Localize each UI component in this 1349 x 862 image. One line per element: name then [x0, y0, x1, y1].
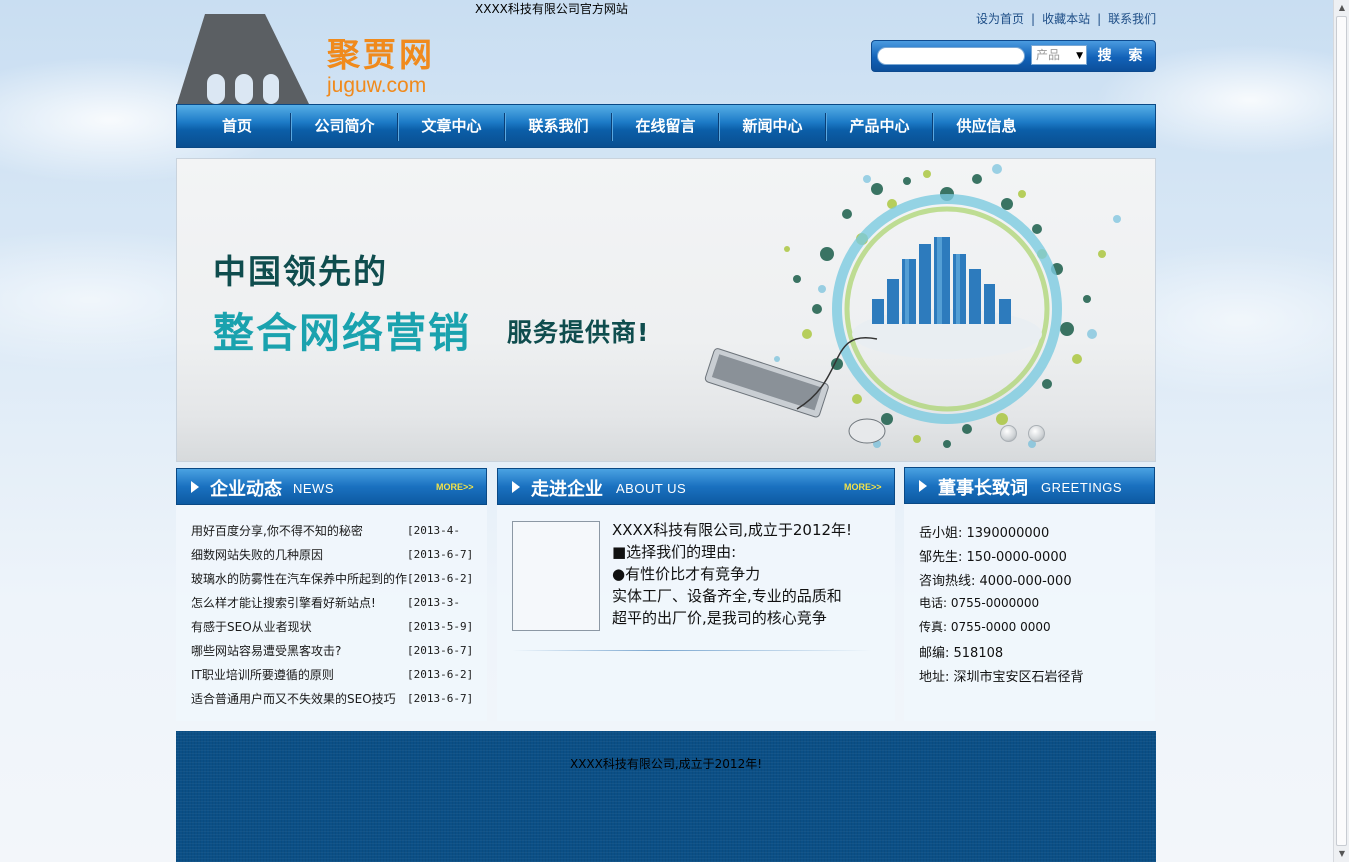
slide-dot-1[interactable] — [1000, 425, 1017, 442]
nav-message[interactable]: 在线留言 — [612, 105, 719, 147]
news-title: 企业动态 — [210, 479, 282, 500]
news-panel-header: 企业动态 NEWS MORE>> — [176, 468, 487, 505]
hero-banner[interactable]: 中国领先的 整合网络营销 服务提供商! — [176, 158, 1156, 462]
list-item[interactable]: 适合普通用户而又不失效果的SEO技巧 [2013-6-7] — [191, 687, 474, 711]
scroll-up-icon[interactable]: ▲ — [1337, 3, 1347, 13]
contact-line: 传真: 0755-0000 0000 — [919, 620, 1051, 634]
nav-home[interactable]: 首页 — [177, 105, 297, 147]
list-item[interactable]: 有感于SEO从业者现状 [2013-5-9] — [191, 615, 474, 639]
about-line: 超平的出厂价,是我司的核心竞争 — [612, 609, 827, 627]
greetings-panel-header: 董事长致词 GREETINGS — [904, 467, 1155, 504]
news-item-date: [2013-6-2] — [407, 572, 474, 585]
set-homepage-link[interactable]: 设为首页 — [976, 12, 1024, 26]
vertical-scrollbar[interactable]: ▲ ▼ — [1333, 0, 1349, 862]
search-button[interactable]: 搜 索 — [1095, 44, 1151, 68]
greetings-subtitle: GREETINGS — [1041, 480, 1123, 495]
news-item-title: 适合普通用户而又不失效果的SEO技巧 — [191, 692, 396, 706]
about-panel-body: XXXX科技有限公司,成立于2012年! ■选择我们的理由: ●有性价比才有竞争… — [497, 505, 895, 721]
about-title: 走进企业 — [531, 479, 603, 500]
search-bar: 产品 ▼ 搜 索 — [871, 40, 1156, 72]
contact-line: 地址: 深圳市宝安区石岩径背 — [919, 670, 1084, 685]
logo-domain: juguw.com — [327, 74, 427, 97]
logo-tower-icon — [177, 14, 309, 104]
news-item-title: 玻璃水的防雾性在汽车保养中所起到的作用 — [191, 572, 407, 586]
about-line: ●有性价比才有竞争力 — [612, 565, 761, 583]
news-item-date: [2013-3- — [407, 596, 460, 609]
news-item-date: [2013-6-7] — [407, 548, 474, 561]
logo-name: 聚贾网 — [327, 35, 435, 74]
news-item-title: 有感于SEO从业者现状 — [191, 620, 312, 634]
search-input[interactable] — [877, 47, 1025, 65]
news-item-date: [2013-6-7] — [407, 644, 474, 657]
chevron-down-icon: ▼ — [1076, 51, 1083, 61]
main-nav: 首页 公司简介 文章中心 联系我们 在线留言 新闻中心 产品中心 供应信息 — [176, 104, 1156, 148]
nav-articles[interactable]: 文章中心 — [398, 105, 505, 147]
news-item-date: [2013-4- — [407, 524, 460, 537]
arrow-right-icon — [191, 481, 199, 493]
city-globe-illustration — [704, 164, 1121, 448]
slide-dot-2[interactable] — [1028, 425, 1045, 442]
greetings-title: 董事长致词 — [938, 478, 1028, 499]
news-item-date: [2013-6-7] — [407, 692, 474, 705]
contact-line: 邮编: 518108 — [919, 646, 1004, 661]
footer: XXXX科技有限公司,成立于2012年! — [176, 731, 1156, 862]
scroll-thumb[interactable] — [1336, 16, 1347, 846]
nav-about[interactable]: 公司简介 — [291, 105, 398, 147]
banner-line-1: 中国领先的 — [213, 252, 388, 291]
list-item[interactable]: 玻璃水的防雾性在汽车保养中所起到的作用 [2013-6-2] — [191, 567, 474, 591]
news-item-title: 哪些网站容易遭受黑客攻击? — [191, 644, 342, 658]
arrow-right-icon — [919, 480, 927, 492]
site-title: XXXX科技有限公司官方网站 — [475, 2, 628, 16]
greetings-panel-body: 岳小姐: 1390000000 邹先生: 150-0000-0000 咨询热线:… — [904, 504, 1155, 721]
about-line: ■选择我们的理由: — [612, 543, 737, 561]
news-item-date: [2013-5-9] — [407, 620, 474, 633]
search-category-select[interactable]: 产品 ▼ — [1031, 45, 1087, 65]
divider — [512, 650, 872, 651]
news-item-date: [2013-6-2] — [407, 668, 474, 681]
about-line: XXXX科技有限公司,成立于2012年! — [612, 521, 853, 539]
contact-line: 邹先生: 150-0000-0000 — [919, 550, 1067, 565]
news-item-title: IT职业培训所要遵循的原则 — [191, 668, 334, 682]
list-item[interactable]: 怎么样才能让搜索引擎看好新站点! [2013-3- — [191, 591, 471, 615]
about-more-link[interactable]: MORE>> — [844, 482, 882, 492]
news-item-title: 怎么样才能让搜索引擎看好新站点! — [191, 596, 376, 610]
about-text: XXXX科技有限公司,成立于2012年! ■选择我们的理由: ●有性价比才有竞争… — [612, 519, 877, 629]
nav-products[interactable]: 产品中心 — [826, 105, 933, 147]
list-item[interactable]: 哪些网站容易遭受黑客攻击? [2013-6-7] — [191, 639, 474, 663]
banner-line-2: 整合网络营销 — [213, 309, 471, 357]
contact-line: 咨询热线: 4000-000-000 — [919, 574, 1072, 589]
list-item[interactable]: 细数网站失败的几种原因 [2013-6-7] — [191, 543, 474, 567]
list-item[interactable]: IT职业培训所要遵循的原则 [2013-6-2] — [191, 663, 474, 687]
nav-contact[interactable]: 联系我们 — [505, 105, 612, 147]
news-item-title: 用好百度分享,你不得不知的秘密 — [191, 524, 363, 538]
banner-line-3: 服务提供商! — [507, 318, 650, 347]
contact-line: 岳小姐: 1390000000 — [919, 526, 1050, 541]
footer-text: XXXX科技有限公司,成立于2012年! — [569, 757, 763, 771]
bookmark-link[interactable]: 收藏本站 — [1042, 12, 1090, 26]
news-panel-body: 用好百度分享,你不得不知的秘密 [2013-4- 细数网站失败的几种原因 [2013… — [176, 505, 487, 721]
news-subtitle: NEWS — [293, 481, 334, 496]
arrow-right-icon — [512, 481, 520, 493]
company-image-placeholder[interactable] — [512, 521, 600, 631]
top-links: 设为首页 | 收藏本站 | 联系我们 — [976, 12, 1157, 26]
nav-news[interactable]: 新闻中心 — [719, 105, 826, 147]
contact-us-link[interactable]: 联系我们 — [1108, 12, 1156, 26]
list-item[interactable]: 用好百度分享,你不得不知的秘密 [2013-4- — [191, 519, 471, 543]
scroll-down-icon[interactable]: ▼ — [1337, 849, 1347, 859]
about-subtitle: ABOUT US — [616, 481, 687, 496]
about-panel-header: 走进企业 ABOUT US MORE>> — [497, 468, 895, 505]
search-category-value: 产品 — [1036, 48, 1061, 62]
news-item-title: 细数网站失败的几种原因 — [191, 548, 324, 562]
about-line: 实体工厂、设备齐全,专业的品质和 — [612, 587, 842, 605]
contact-line: 电话: 0755-0000000 — [919, 596, 1040, 610]
nav-supply[interactable]: 供应信息 — [933, 105, 1040, 147]
news-more-link[interactable]: MORE>> — [436, 482, 474, 492]
